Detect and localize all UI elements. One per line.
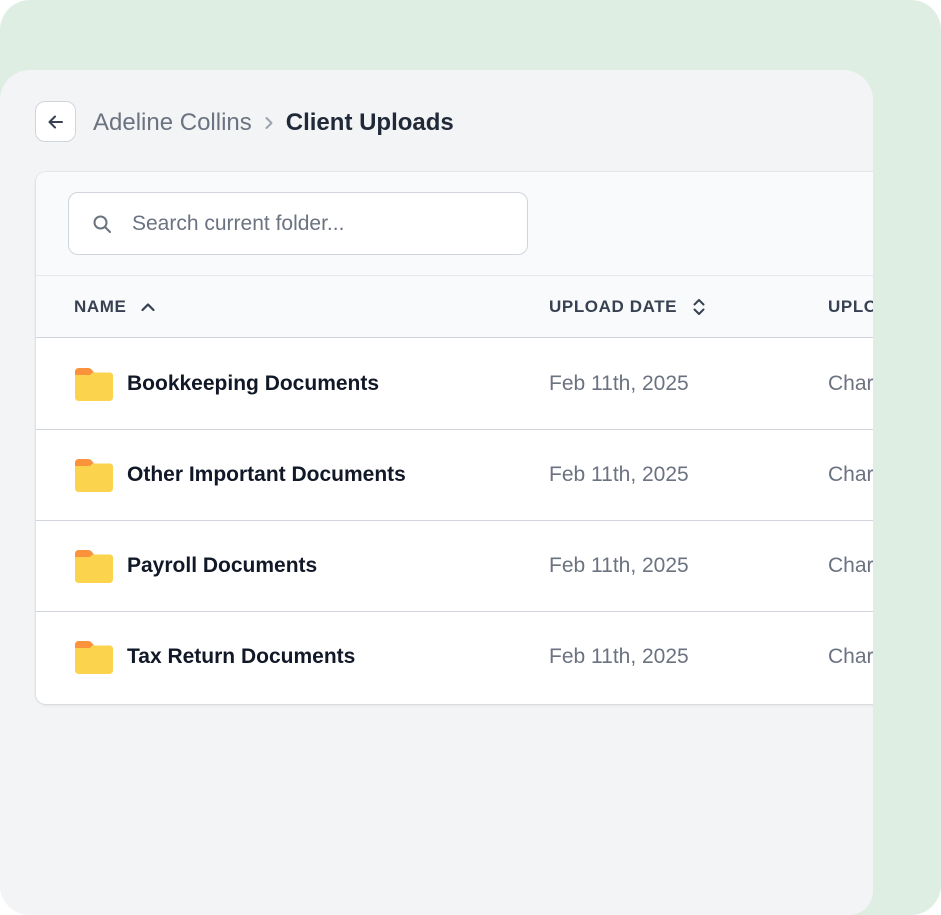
folder-icon [73, 548, 115, 584]
back-button[interactable] [35, 101, 76, 142]
column-header-uploader-label: UPLO [828, 296, 873, 316]
row-uploader: Char [828, 554, 873, 577]
breadcrumb-parent-link[interactable]: Adeline Collins [93, 109, 252, 137]
column-header-upload-date-label: UPLOAD DATE [549, 296, 678, 316]
chevron-right-icon [262, 116, 276, 130]
row-name: Payroll Documents [127, 554, 318, 577]
table-row[interactable]: Payroll Documents Feb 11th, 2025 Char [36, 521, 873, 612]
row-uploader: Char [828, 372, 873, 395]
row-name: Bookkeeping Documents [127, 372, 380, 395]
row-name: Tax Return Documents [127, 645, 356, 668]
breadcrumb-current: Client Uploads [285, 109, 454, 136]
row-upload-date: Feb 11th, 2025 [549, 554, 689, 577]
table-header: NAME UPLOAD DATE UPLO [36, 276, 873, 338]
row-upload-date: Feb 11th, 2025 [549, 372, 689, 395]
column-header-upload-date[interactable]: UPLOAD DATE [549, 276, 707, 337]
row-upload-date: Feb 11th, 2025 [549, 645, 689, 668]
folder-panel: Adeline Collins Client Uploads NAME [0, 70, 873, 915]
sort-up-down-icon [691, 298, 707, 316]
row-uploader: Char [828, 645, 873, 668]
breadcrumb: Adeline Collins Client Uploads [93, 108, 454, 138]
row-uploader: Char [828, 463, 873, 486]
table-row[interactable]: Tax Return Documents Feb 11th, 2025 Char [36, 612, 873, 703]
folder-icon [73, 639, 115, 675]
chevron-up-icon [140, 299, 156, 315]
search-box[interactable] [68, 192, 528, 255]
folder-icon [73, 457, 115, 493]
file-list-card: NAME UPLOAD DATE UPLO [36, 172, 873, 704]
search-input[interactable] [130, 210, 494, 237]
column-header-name[interactable]: NAME [74, 276, 156, 337]
arrow-left-icon [46, 112, 66, 132]
folder-icon [73, 366, 115, 402]
column-header-name-label: NAME [74, 296, 127, 316]
column-header-uploader[interactable]: UPLO [828, 276, 873, 337]
toolbar [36, 172, 873, 276]
row-upload-date: Feb 11th, 2025 [549, 463, 689, 486]
table-row[interactable]: Bookkeeping Documents Feb 11th, 2025 Cha… [36, 339, 873, 430]
search-icon [91, 213, 113, 235]
table-row[interactable]: Other Important Documents Feb 11th, 2025… [36, 430, 873, 521]
row-name: Other Important Documents [127, 463, 406, 486]
